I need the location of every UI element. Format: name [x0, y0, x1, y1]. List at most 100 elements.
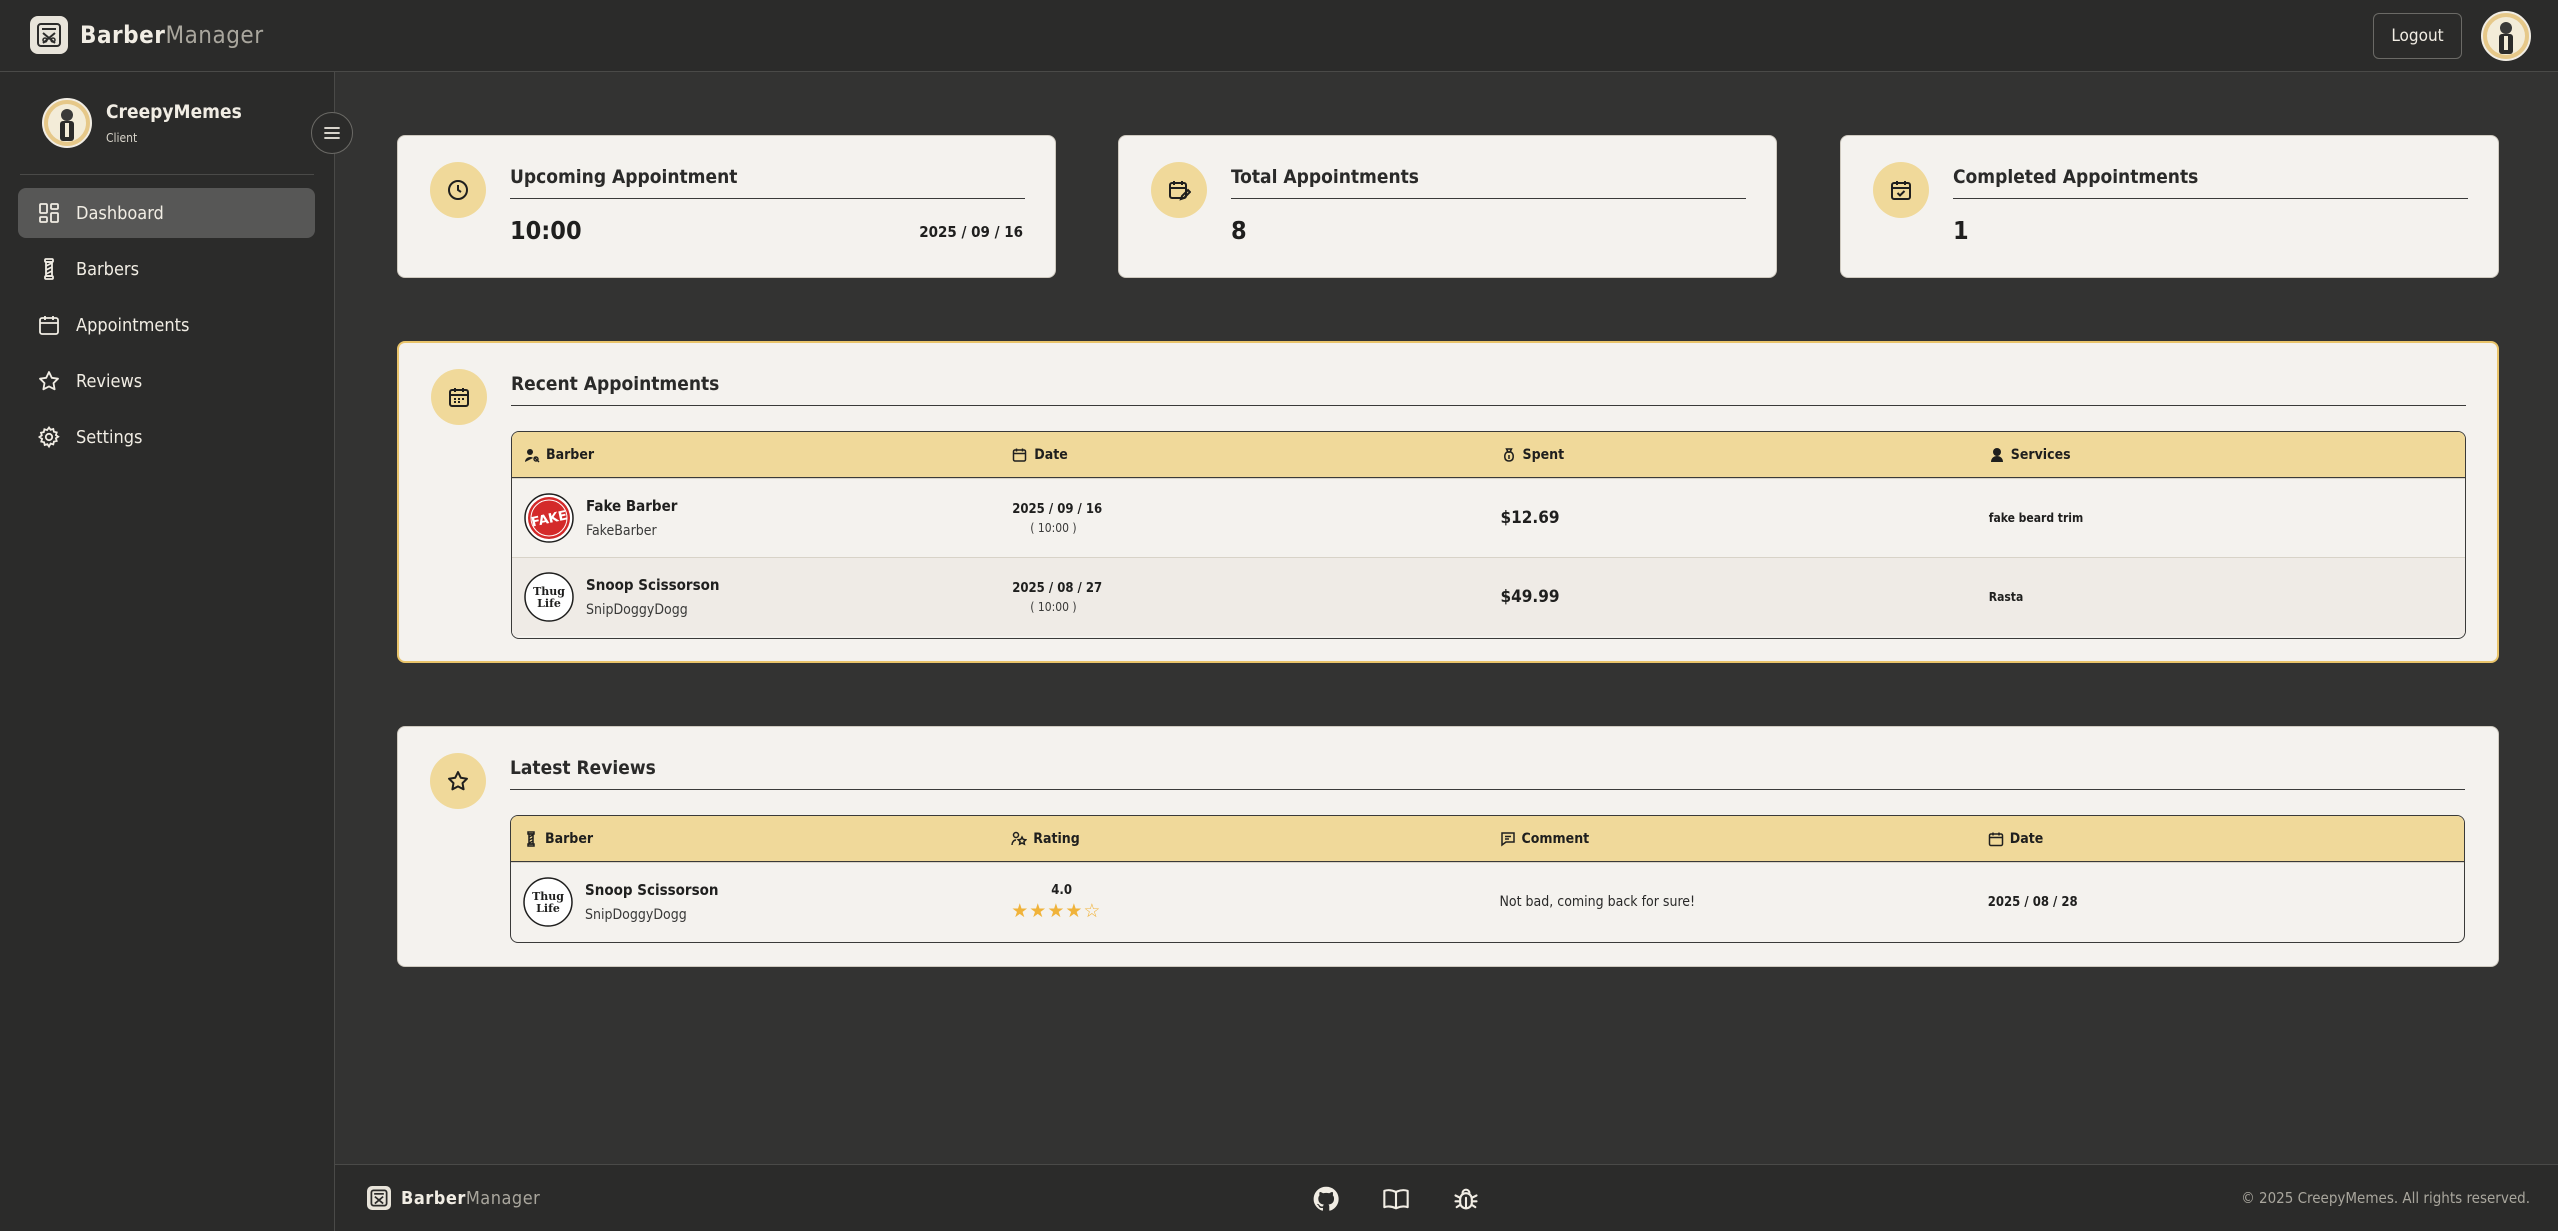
column-header-barber: Barber	[512, 432, 1000, 477]
column-label: Barber	[545, 830, 594, 847]
recent-appointments-table: Barber Date Spent Services FAKE Fake Bar…	[511, 431, 2466, 639]
column-label: Rating	[1033, 830, 1080, 847]
column-label: Comment	[1521, 830, 1590, 847]
barber-pole-icon	[36, 256, 62, 282]
sidebar-item-label: Barbers	[76, 258, 140, 280]
money-bag-icon	[1503, 447, 1514, 462]
sidebar-item-label: Appointments	[76, 314, 190, 336]
review-date-cell: 2025 / 08 / 28	[1976, 863, 2464, 941]
barber-avatar[interactable]: FAKE	[524, 493, 574, 543]
recent-appointments-card: Recent Appointments Barber Date Spent Se…	[397, 341, 2499, 663]
brand-name: BarberManager	[80, 21, 264, 49]
barber-name: Fake Barber	[586, 497, 678, 515]
spent-cell: $49.99	[1489, 558, 1977, 636]
calendar-check-icon	[1873, 162, 1929, 218]
brand[interactable]: BarberManager	[30, 16, 264, 54]
sidebar-item-appointments[interactable]: Appointments	[18, 300, 315, 350]
bug-icon[interactable]	[1450, 1183, 1482, 1215]
upcoming-time: 10:00	[510, 216, 582, 245]
menu-icon	[324, 127, 340, 139]
upcoming-date: 2025 / 09 / 16	[919, 223, 1023, 241]
completed-appointments-value: 1	[1953, 216, 1969, 245]
user-avatar[interactable]	[2481, 11, 2531, 61]
barber-pole-icon	[527, 830, 535, 847]
sidebar: CreepyMemes Client Dashboard Barbers App…	[0, 72, 353, 1231]
card-title: Latest Reviews	[510, 757, 656, 779]
total-appointments-value: 8	[1231, 216, 1247, 245]
total-appointments-card: Total Appointments 8	[1118, 135, 1777, 278]
barber-cell: FAKE Fake Barber FakeBarber	[512, 479, 1000, 557]
service-name: fake beard trim	[1988, 511, 2084, 525]
table-row[interactable]: Thug Life Snoop Scissorson SnipDoggyDogg …	[511, 862, 2464, 941]
latest-reviews-table: Barber Rating Comment Date Thug Life Sno…	[510, 815, 2465, 943]
card-title: Recent Appointments	[511, 373, 720, 395]
clock-icon	[430, 162, 486, 218]
barber-avatar[interactable]: Thug Life	[523, 877, 573, 927]
barber-username: SnipDoggyDogg	[586, 602, 688, 618]
brand-name-bold: Barber	[80, 21, 166, 49]
card-title: Completed Appointments	[1953, 166, 2199, 188]
table-row[interactable]: Thug Life Snoop Scissorson SnipDoggyDogg …	[512, 557, 2465, 636]
sidebar-divider	[20, 174, 314, 175]
profile-avatar	[42, 98, 92, 148]
brand-name-light: Manager	[465, 1187, 541, 1209]
services-cell: fake beard trim	[1977, 479, 2465, 557]
profile-name: CreepyMemes	[106, 101, 242, 123]
column-label: Date	[2009, 830, 2044, 847]
column-header-rating: Rating	[999, 816, 1487, 861]
brand-name-light: Manager	[165, 21, 264, 49]
card-title: Upcoming Appointment	[510, 166, 738, 188]
barber-cell: Thug Life Snoop Scissorson SnipDoggyDogg	[511, 863, 999, 941]
card-divider	[510, 789, 2465, 790]
copyright-text: © 2025 CreepyMemes. All rights reserved.	[2241, 1189, 2530, 1207]
column-label: Barber	[546, 446, 595, 463]
star-rating: ★★★★☆	[1011, 899, 1102, 922]
footer-brand-name: BarberManager	[401, 1188, 540, 1209]
appointment-date: 2025 / 09 / 16	[1012, 501, 1103, 517]
barber-cell: Thug Life Snoop Scissorson SnipDoggyDogg	[512, 558, 1000, 636]
column-header-date: Date	[1000, 432, 1488, 477]
review-date: 2025 / 08 / 28	[1987, 894, 2078, 910]
sidebar-item-settings[interactable]: Settings	[18, 412, 315, 462]
sidebar-item-label: Dashboard	[76, 202, 164, 224]
barber-username: SnipDoggyDogg	[585, 907, 687, 923]
column-header-date: Date	[1976, 816, 2464, 861]
column-header-barber: Barber	[511, 816, 999, 861]
column-label: Date	[1034, 446, 1068, 463]
table-row[interactable]: FAKE Fake Barber FakeBarber 2025 / 09 / …	[512, 478, 2465, 557]
star-icon	[430, 753, 486, 809]
user-profile: CreepyMemes Client	[42, 98, 242, 148]
profile-role: Client	[106, 131, 138, 145]
column-label: Services	[2010, 446, 2071, 463]
amount-spent: $12.69	[1500, 508, 1560, 528]
card-title: Total Appointments	[1231, 166, 1419, 188]
footer: BarberManager © 2025 CreepyMemes. All ri…	[335, 1164, 2558, 1231]
column-header-services: Services	[1977, 432, 2465, 477]
avatar-text-line: Life	[537, 597, 561, 610]
brand-name-bold: Barber	[401, 1187, 466, 1209]
sidebar-item-dashboard[interactable]: Dashboard	[18, 188, 315, 238]
services-cell: Rasta	[1977, 558, 2465, 636]
avatar-text-line: Life	[536, 902, 560, 915]
gear-icon	[36, 424, 62, 450]
github-icon[interactable]	[1310, 1183, 1342, 1215]
date-cell: 2025 / 09 / 16 ( 10:00 )	[1000, 479, 1488, 557]
book-icon[interactable]	[1380, 1183, 1412, 1215]
calendar-edit-icon	[1013, 448, 1027, 462]
barber-avatar[interactable]: Thug Life	[524, 572, 574, 622]
column-label: Spent	[1522, 446, 1565, 463]
calendar-icon	[36, 312, 62, 338]
appointment-time: ( 10:00 )	[1030, 520, 1077, 535]
logout-button[interactable]: Logout	[2373, 13, 2462, 59]
sidebar-toggle-button[interactable]	[311, 112, 353, 154]
sidebar-item-reviews[interactable]: Reviews	[18, 356, 315, 406]
sidebar-item-barbers[interactable]: Barbers	[18, 244, 315, 294]
footer-brand[interactable]: BarberManager	[367, 1186, 540, 1210]
sidebar-nav: Dashboard Barbers Appointments Reviews S…	[18, 188, 315, 468]
service-name: Rasta	[1988, 590, 2024, 604]
upcoming-appointment-card: Upcoming Appointment 10:00 2025 / 09 / 1…	[397, 135, 1056, 278]
brand-logo-icon	[30, 16, 68, 54]
calendar-icon	[431, 369, 487, 425]
calendar-edit-icon	[1151, 162, 1207, 218]
comment-icon	[1500, 831, 1515, 846]
